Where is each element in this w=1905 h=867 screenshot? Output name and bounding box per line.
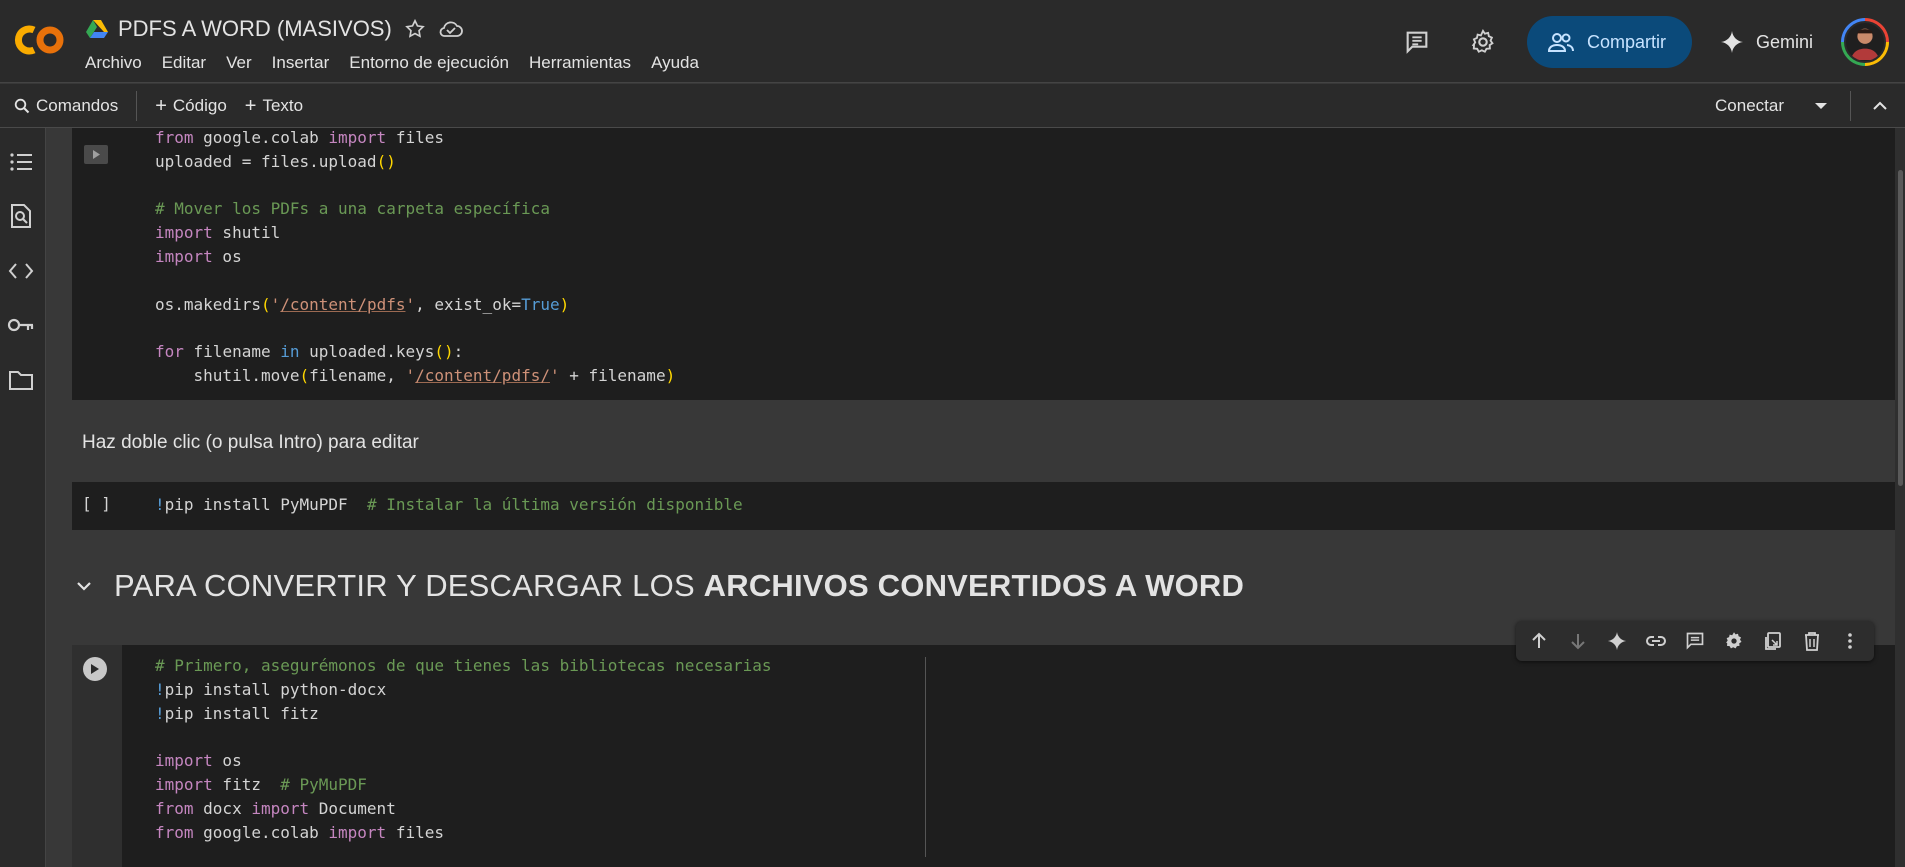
code-text: # Primero, asegurémonos de que tienes la…	[155, 656, 772, 842]
add-text-label: Texto	[262, 96, 304, 115]
comment-icon[interactable]	[1682, 628, 1708, 654]
notebook-title[interactable]: PDFS A WORD (MASIVOS)	[118, 16, 392, 42]
commands-button[interactable]: Comandos	[14, 96, 118, 116]
section-heading: PARA CONVERTIR Y DESCARGAR LOS ARCHIVOS …	[72, 568, 1244, 604]
chevron-down-icon[interactable]	[72, 574, 96, 598]
settings-icon[interactable]	[1461, 20, 1505, 64]
gemini-label: Gemini	[1755, 31, 1813, 52]
code-cell-convert[interactable]: # Primero, asegurémonos de que tienes la…	[72, 645, 1895, 867]
menu-herramientas[interactable]: Herramientas	[529, 53, 631, 73]
collapse-header-icon[interactable]	[1865, 101, 1895, 111]
more-icon[interactable]	[1837, 628, 1863, 654]
toolbar-divider	[1850, 91, 1851, 121]
execution-count[interactable]: [ ]	[82, 494, 111, 513]
people-icon	[1547, 33, 1574, 52]
code-cell-pip[interactable]: [ ] !pip install PyMuPDF # Instalar la ú…	[72, 482, 1895, 530]
code-text: !pip install PyMuPDF # Instalar la últim…	[155, 495, 743, 514]
menu-bar: Archivo Editar Ver Insertar Entorno de e…	[85, 53, 699, 73]
menu-editar[interactable]: Editar	[162, 53, 206, 73]
section-title[interactable]: PARA CONVERTIR Y DESCARGAR LOS ARCHIVOS …	[114, 568, 1244, 604]
connect-button[interactable]: Conectar	[1715, 96, 1794, 116]
commands-label: Comandos	[36, 96, 119, 115]
code-cell-upload[interactable]: from google.colab import files uploaded …	[72, 128, 1895, 400]
menu-ayuda[interactable]: Ayuda	[651, 53, 699, 73]
section-title-plain: PARA CONVERTIR Y DESCARGAR LOS	[114, 568, 704, 603]
play-icon	[91, 664, 99, 674]
editor-ruler	[925, 657, 926, 857]
menu-entorno-ejecucion[interactable]: Entorno de ejecución	[349, 53, 509, 73]
toc-icon[interactable]	[7, 148, 35, 176]
find-icon[interactable]	[7, 202, 35, 230]
delete-icon[interactable]	[1799, 628, 1825, 654]
cell-gutter	[72, 128, 122, 400]
notebook-content: from google.colab import files uploaded …	[46, 128, 1905, 867]
move-up-icon[interactable]	[1526, 628, 1552, 654]
scrollbar-thumb[interactable]	[1898, 170, 1903, 486]
star-icon[interactable]	[402, 16, 428, 42]
colab-logo[interactable]	[12, 18, 66, 62]
section-title-bold: ARCHIVOS CONVERTIDOS A WORD	[703, 568, 1245, 603]
share-button[interactable]: Compartir	[1526, 16, 1692, 68]
code-snippets-icon[interactable]	[7, 257, 35, 285]
code-text: from google.colab import files uploaded …	[155, 128, 676, 385]
text-cell-placeholder[interactable]: Haz doble clic (o pulsa Intro) para edit…	[82, 432, 419, 454]
share-label: Compartir	[1586, 31, 1666, 52]
connect-dropdown-icon[interactable]	[1808, 102, 1834, 111]
cell-gutter	[72, 645, 122, 867]
plus-icon: +	[244, 95, 257, 117]
scrollbar[interactable]	[1895, 128, 1905, 867]
settings-icon[interactable]	[1721, 628, 1747, 654]
move-down-icon[interactable]	[1565, 628, 1591, 654]
search-icon	[14, 98, 30, 114]
menu-ver[interactable]: Ver	[226, 53, 252, 73]
add-code-button[interactable]: + Código	[155, 96, 227, 116]
menu-archivo[interactable]: Archivo	[85, 53, 142, 73]
gemini-button[interactable]: Gemini	[1714, 30, 1819, 54]
notebook-toolbar: Comandos + Código + Texto Conectar	[0, 84, 1905, 128]
gemini-sparkle-icon[interactable]	[1604, 628, 1630, 654]
gemini-sparkle-icon	[1720, 31, 1743, 53]
comments-icon[interactable]	[1395, 20, 1439, 64]
link-icon[interactable]	[1643, 628, 1669, 654]
secrets-key-icon[interactable]	[7, 311, 35, 339]
avatar[interactable]	[1841, 18, 1889, 66]
left-sidebar	[0, 128, 46, 867]
add-code-label: Código	[172, 96, 227, 115]
cloud-saved-icon[interactable]	[438, 16, 464, 42]
folder-icon[interactable]	[7, 366, 35, 394]
run-cell-button[interactable]	[83, 657, 107, 681]
add-text-button[interactable]: + Texto	[245, 96, 303, 116]
header-actions: Compartir Gemini	[1395, 16, 1889, 68]
menu-insertar[interactable]: Insertar	[272, 53, 330, 73]
app-header: PDFS A WORD (MASIVOS) Archivo Editar Ver…	[0, 0, 1905, 83]
toolbar-divider	[136, 91, 138, 121]
title-row: PDFS A WORD (MASIVOS)	[86, 16, 464, 42]
mirror-cell-icon[interactable]	[1760, 628, 1786, 654]
plus-icon: +	[155, 95, 167, 117]
cell-toolbar	[1516, 621, 1874, 661]
run-cell-icon[interactable]	[83, 142, 109, 166]
drive-icon[interactable]	[86, 19, 108, 39]
